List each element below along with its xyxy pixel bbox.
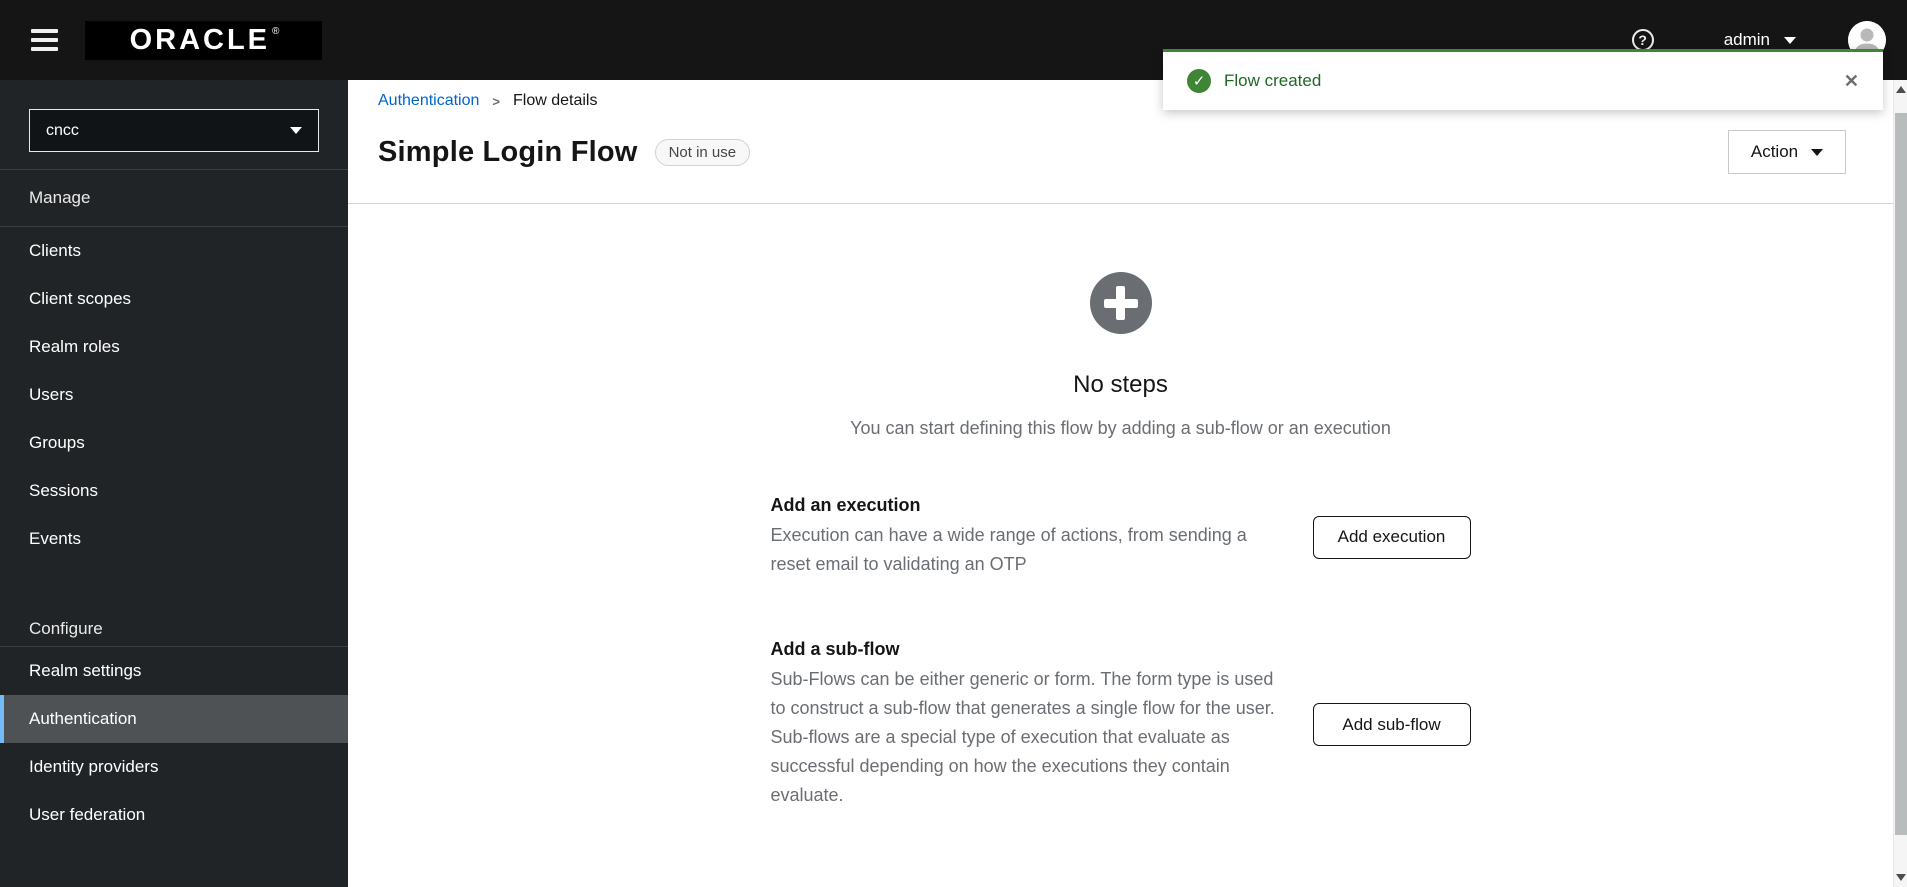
add-subflow-heading: Add a sub-flow — [770, 639, 900, 659]
help-glyph: ? — [1638, 32, 1647, 48]
sidebar-item-sessions[interactable]: Sessions — [0, 467, 348, 515]
page-title: Simple Login Flow — [378, 135, 638, 168]
main-content: Authentication > Flow details Simple Log… — [348, 80, 1893, 887]
sidebar-item-identity-providers[interactable]: Identity providers — [0, 743, 348, 791]
status-badge: Not in use — [654, 138, 751, 166]
sidebar-item-clients[interactable]: Clients — [0, 227, 348, 275]
empty-state-description: You can start defining this flow by addi… — [850, 418, 1391, 438]
help-icon[interactable]: ? — [1631, 29, 1654, 51]
chevron-down-icon — [290, 127, 302, 134]
sidebar-item-groups[interactable]: Groups — [0, 419, 348, 467]
scrollbar — [1893, 80, 1907, 887]
sidebar-item-user-federation[interactable]: User federation — [0, 791, 348, 839]
chevron-down-icon — [1811, 148, 1824, 156]
page-header: Simple Login Flow Not in use Action — [348, 110, 1893, 174]
scrollbar-thumb[interactable] — [1895, 113, 1907, 835]
add-execution-row: Add an execution Execution can have a wi… — [771, 495, 1471, 579]
sidebar-nav: Manage Clients Client scopes Realm roles… — [0, 169, 348, 839]
sidebar-item-realm-settings[interactable]: Realm settings — [0, 647, 348, 695]
nav-section-manage: Manage — [29, 188, 91, 207]
scroll-down-arrow-icon[interactable] — [1895, 874, 1906, 881]
sidebar: cncc Manage Clients Client scopes Realm … — [0, 80, 348, 887]
realm-selector[interactable]: cncc — [29, 109, 319, 152]
add-execution-description: Execution can have a wide range of actio… — [770, 525, 1247, 574]
nav-section-configure: Configure — [29, 618, 103, 638]
add-subflow-row: Add a sub-flow Sub-Flows can be either g… — [771, 639, 1471, 810]
chevron-down-icon — [1784, 36, 1796, 44]
toast-message: Flow created — [1224, 71, 1322, 90]
add-subflow-button[interactable]: Add sub-flow — [1312, 703, 1471, 746]
app-window: ORACLE ® ? admin cncc Manage Clients Cli… — [0, 0, 1907, 887]
toast-success: ✓ Flow created ✕ — [1163, 49, 1883, 110]
realm-selector-value: cncc — [46, 121, 79, 139]
hamburger-menu-icon[interactable] — [31, 29, 58, 51]
registered-mark: ® — [272, 25, 280, 37]
add-execution-text: Add an execution Execution can have a wi… — [771, 495, 1291, 579]
oracle-logo: ORACLE ® — [85, 20, 322, 60]
plus-circle-icon — [1089, 272, 1152, 334]
breadcrumb-current: Flow details — [513, 92, 598, 109]
add-execution-heading: Add an execution — [770, 495, 921, 515]
scroll-up-arrow-icon[interactable] — [1895, 86, 1906, 93]
action-dropdown-button[interactable]: Action — [1728, 130, 1846, 174]
close-icon[interactable]: ✕ — [1844, 71, 1859, 92]
add-subflow-text: Add a sub-flow Sub-Flows can be either g… — [771, 639, 1291, 810]
oracle-logo-text: ORACLE — [129, 23, 271, 56]
sidebar-item-users[interactable]: Users — [0, 371, 348, 419]
user-menu-dropdown[interactable]: admin — [1724, 30, 1796, 50]
action-label: Action — [1750, 142, 1799, 161]
sidebar-item-authentication[interactable]: Authentication — [0, 695, 348, 743]
sidebar-item-events[interactable]: Events — [0, 515, 348, 563]
sidebar-item-realm-roles[interactable]: Realm roles — [0, 323, 348, 371]
empty-state-title: No steps — [1073, 371, 1168, 398]
breadcrumb-link-authentication[interactable]: Authentication — [378, 92, 479, 110]
empty-state: No steps You can start defining this flo… — [771, 204, 1471, 810]
add-subflow-description: Sub-Flows can be either generic or form.… — [770, 669, 1275, 805]
success-check-icon: ✓ — [1187, 69, 1211, 93]
username-label: admin — [1723, 30, 1770, 49]
sidebar-item-client-scopes[interactable]: Client scopes — [0, 275, 348, 323]
add-execution-button[interactable]: Add execution — [1312, 515, 1471, 559]
breadcrumb-separator-icon: > — [492, 93, 500, 109]
